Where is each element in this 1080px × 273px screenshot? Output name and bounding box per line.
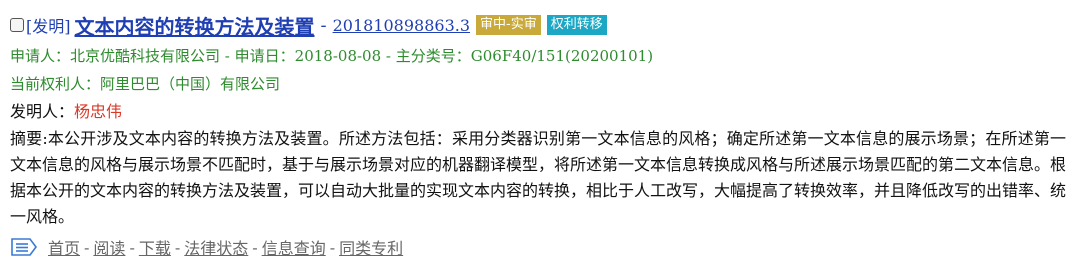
link-separator: - — [129, 237, 135, 257]
link-separator: - — [174, 237, 181, 257]
first-page-link[interactable]: 首页 — [48, 235, 80, 259]
patent-title-link[interactable]: 文本内容的转换方法及装置 — [75, 11, 315, 40]
similar-patents-link[interactable]: 同类专利 — [339, 235, 403, 259]
applicant-row: 申请人：北京优酷科技有限公司 - 申请日：2018-08-08 - 主分类号：G… — [10, 42, 1066, 70]
owner-link[interactable]: 阿里巴巴（中国）有限公司 — [100, 75, 280, 93]
meta-separator: - — [220, 47, 235, 65]
meta-separator: - — [381, 47, 396, 65]
class-label: 主分类号： — [395, 47, 471, 65]
apply-date-label: 申请日： — [234, 47, 295, 65]
link-separator: - — [329, 237, 336, 257]
inventor-name[interactable]: 杨忠伟 — [74, 102, 122, 121]
abstract-text: 摘要:本公开涉及文本内容的转换方法及装置。所述方法包括：采用分类器识别第一文本信… — [10, 129, 1067, 226]
inventor-label: 发明人： — [10, 102, 75, 121]
list-menu-icon[interactable] — [10, 237, 38, 257]
link-separator: - — [84, 237, 90, 257]
apply-date-value: 2018-08-08 — [294, 47, 382, 65]
patent-record: [发明] 文本内容的转换方法及装置 - 201810898863.3 审中-实审… — [0, 0, 1080, 262]
info-query-link[interactable]: 信息查询 — [262, 235, 326, 259]
action-links: 首页 - 阅读 - 下载 - 法律状态 - 信息查询 - 同类专利 — [10, 232, 1066, 262]
title-separator: - — [320, 14, 327, 36]
owner-row: 当前权利人：阿里巴巴（中国）有限公司 — [10, 70, 1066, 98]
applicant-link[interactable]: 北京优酷科技有限公司 — [70, 47, 220, 65]
download-link[interactable]: 下载 — [139, 235, 171, 259]
title-row: [发明] 文本内容的转换方法及装置 - 201810898863.3 审中-实审… — [10, 8, 1066, 42]
applicant-label: 申请人： — [10, 47, 71, 65]
legal-status-link[interactable]: 法律状态 — [184, 235, 248, 259]
patent-type-tag: [发明] — [26, 17, 71, 36]
status-badge: 审中-实审 — [476, 15, 541, 35]
link-separator: - — [252, 237, 258, 257]
owner-label: 当前权利人： — [10, 75, 101, 93]
transfer-badge: 权利转移 — [546, 15, 607, 35]
inventor-row: 发明人：杨忠伟 — [10, 98, 1066, 126]
read-link[interactable]: 阅读 — [93, 235, 125, 259]
class-value: G06F40/151(20200101) — [470, 47, 654, 65]
application-number-link[interactable]: 201810898863.3 — [333, 16, 470, 35]
select-checkbox[interactable] — [10, 18, 24, 32]
